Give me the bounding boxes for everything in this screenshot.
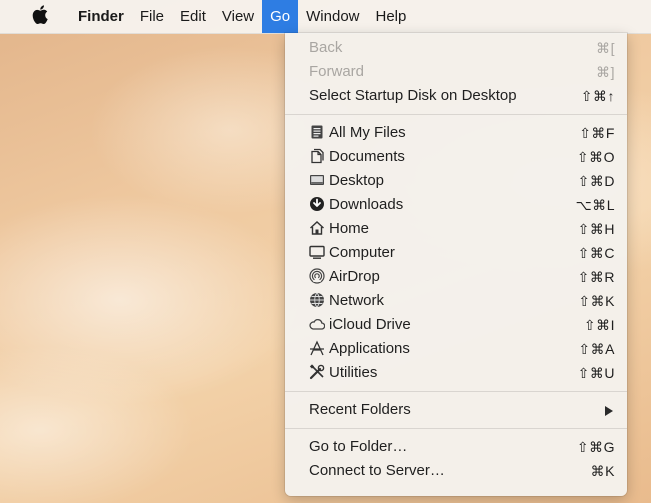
submenu-arrow-icon: [605, 406, 613, 416]
shortcut: ⇧⌘H: [577, 221, 615, 237]
downloads-icon: [309, 196, 325, 212]
shortcut: ⇧⌘I: [583, 317, 615, 333]
menu-file[interactable]: File: [132, 0, 172, 33]
menu-separator: [285, 114, 627, 115]
go-menu-dropdown: Back ⌘[ Forward ⌘] Select Startup Disk o…: [285, 33, 627, 496]
shortcut: ⌘K: [590, 463, 615, 479]
shortcut: ⇧⌘K: [578, 293, 615, 309]
menu-item-downloads[interactable]: Downloads ⌥⌘L: [285, 193, 627, 217]
menu-item-label: iCloud Drive: [329, 316, 411, 333]
menu-help[interactable]: Help: [368, 0, 415, 33]
shortcut: ⌥⌘L: [575, 197, 615, 213]
menu-item-icloud-drive[interactable]: iCloud Drive ⇧⌘I: [285, 313, 627, 337]
menu-item-label: Downloads: [329, 196, 404, 213]
all-my-files-icon: [309, 124, 325, 140]
menu-item-network[interactable]: Network ⇧⌘K: [285, 289, 627, 313]
shortcut: ⌘]: [596, 64, 615, 80]
menu-item-label: Connect to Server…: [309, 462, 445, 479]
menu-item-recent-folders[interactable]: Recent Folders: [285, 398, 627, 422]
menu-item-computer[interactable]: Computer ⇧⌘C: [285, 241, 627, 265]
menu-item-label: AirDrop: [329, 268, 380, 285]
menu-separator: [285, 428, 627, 429]
menu-item-desktop[interactable]: Desktop ⇧⌘D: [285, 169, 627, 193]
menu-window[interactable]: Window: [298, 0, 367, 33]
shortcut: ⇧⌘F: [579, 125, 615, 141]
menu-item-documents[interactable]: Documents ⇧⌘O: [285, 145, 627, 169]
menu-item-utilities[interactable]: Utilities ⇧⌘U: [285, 361, 627, 385]
desktop-icon: [309, 172, 325, 188]
menu-bar: Finder File Edit View Go Window Help: [0, 0, 651, 34]
menu-item-label: Applications: [329, 340, 410, 357]
menu-view[interactable]: View: [214, 0, 262, 33]
computer-icon: [309, 244, 325, 260]
menu-separator: [285, 391, 627, 392]
menu-item-label: Utilities: [329, 364, 378, 381]
menu-edit[interactable]: Edit: [172, 0, 214, 33]
icloud-icon: [309, 316, 325, 332]
menu-go[interactable]: Go: [262, 0, 299, 33]
menu-item-label: Select Startup Disk on Desktop: [309, 87, 517, 104]
menu-item-applications[interactable]: Applications ⇧⌘A: [285, 337, 627, 361]
shortcut: ⇧⌘U: [577, 365, 615, 381]
menu-item-label: All My Files: [329, 124, 406, 141]
utilities-icon: [309, 364, 325, 380]
menu-item-label: Forward: [309, 63, 365, 80]
documents-icon: [309, 148, 325, 164]
menu-item-label: Computer: [329, 244, 395, 261]
apple-menu[interactable]: [0, 0, 52, 33]
menu-item-label: Home: [329, 220, 370, 237]
menu-item-all-my-files[interactable]: All My Files ⇧⌘F: [285, 121, 627, 145]
menu-item-select-startup-disk[interactable]: Select Startup Disk on Desktop ⇧⌘↑: [285, 84, 627, 108]
menu-item-airdrop[interactable]: AirDrop ⇧⌘R: [285, 265, 627, 289]
shortcut: ⇧⌘A: [578, 341, 615, 357]
airdrop-icon: [309, 268, 325, 284]
shortcut: ⇧⌘↑: [580, 88, 615, 104]
menu-item-home[interactable]: Home ⇧⌘H: [285, 217, 627, 241]
menu-finder[interactable]: Finder: [70, 0, 132, 33]
shortcut: ⇧⌘C: [577, 245, 615, 261]
menu-item-label: Go to Folder…: [309, 438, 408, 455]
menu-item-label: Desktop: [329, 172, 385, 189]
menu-item-label: Recent Folders: [309, 401, 411, 418]
menu-item-label: Documents: [329, 148, 405, 165]
shortcut: ⇧⌘O: [576, 149, 615, 165]
menu-item-forward: Forward ⌘]: [285, 60, 627, 84]
menu-item-back: Back ⌘[: [285, 36, 627, 60]
network-icon: [309, 292, 325, 308]
applications-icon: [309, 340, 325, 356]
menu-item-connect-to-server[interactable]: Connect to Server… ⌘K: [285, 459, 627, 483]
menu-item-label: Back: [309, 39, 343, 56]
shortcut: ⇧⌘R: [577, 269, 615, 285]
menu-item-go-to-folder[interactable]: Go to Folder… ⇧⌘G: [285, 435, 627, 459]
shortcut: ⇧⌘D: [577, 173, 615, 189]
shortcut: ⌘[: [596, 40, 615, 56]
menu-item-label: Network: [329, 292, 385, 309]
shortcut: ⇧⌘G: [576, 439, 615, 455]
home-icon: [309, 220, 325, 236]
apple-icon: [32, 4, 48, 29]
